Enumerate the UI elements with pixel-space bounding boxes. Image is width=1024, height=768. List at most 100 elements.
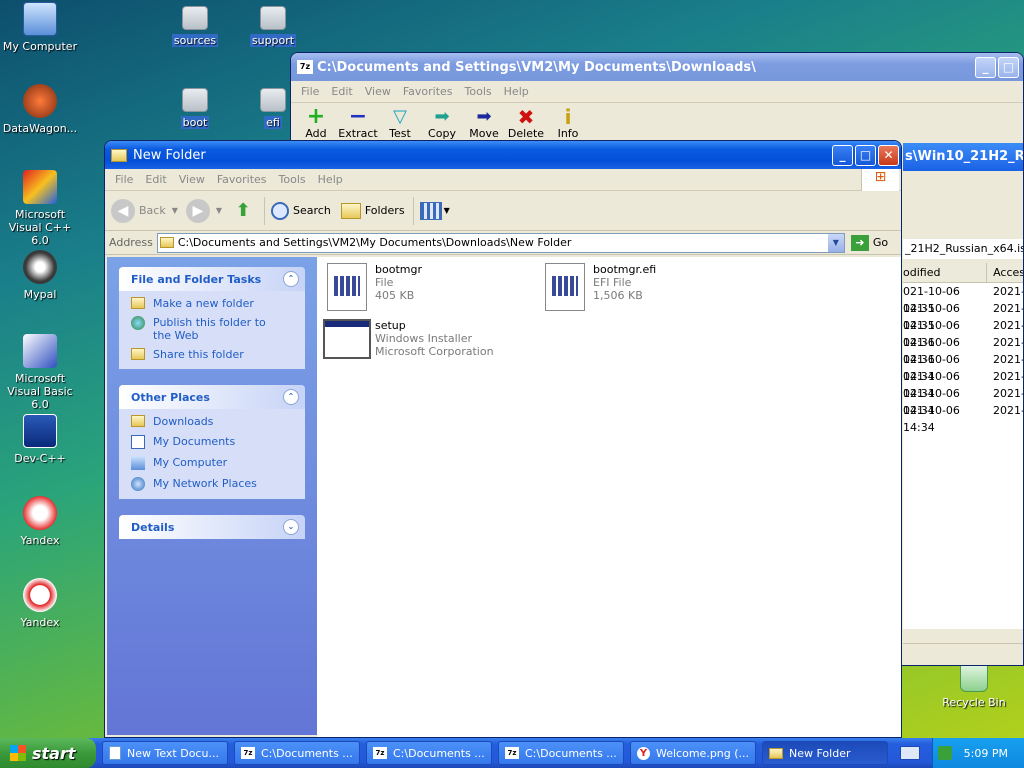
column-modified[interactable]: odified [903, 263, 988, 282]
address-folder-icon [159, 237, 174, 248]
folders-icon [340, 202, 361, 219]
seven-zip-menubar: File Edit View Favorites Tools Help [291, 81, 1023, 103]
place-downloads[interactable]: Downloads [131, 415, 295, 428]
address-field[interactable]: C:\Documents and Settings\VM2\My Documen… [156, 232, 845, 253]
seven-zip-path-field[interactable]: _21H2_Russian_x64.iso\ [903, 239, 1023, 259]
windows-flag-icon [10, 745, 26, 761]
file-item-bootmgr[interactable]: bootmgr File 405 KB [327, 263, 422, 311]
menu-favorites[interactable]: Favorites [397, 85, 459, 98]
expand-chevron-icon[interactable]: ⌄ [283, 519, 299, 535]
menu-favorites[interactable]: Favorites [211, 173, 273, 186]
minimize-button[interactable]: _ [832, 144, 853, 166]
menu-file[interactable]: File [295, 85, 325, 98]
search-button[interactable]: Search [271, 201, 331, 220]
desktop-icon-yandex-2[interactable]: Yandex [0, 578, 80, 629]
menu-file[interactable]: File [109, 173, 139, 186]
forward-button[interactable]: ▶ ▼ [185, 198, 222, 223]
menu-view[interactable]: View [173, 173, 211, 186]
archive-row[interactable]: 021-10-06 14:35 2021- [903, 300, 1023, 332]
task-publish-web[interactable]: Publish this folder to the Web [131, 316, 295, 342]
task-make-folder[interactable]: Make a new folder [131, 297, 295, 310]
desktop-icon-visual-cpp[interactable]: Microsoft Visual C++ 6.0 [0, 170, 80, 247]
archive-row[interactable]: 021-10-06 14:34 2021- [903, 385, 1023, 417]
archive-row[interactable]: 021-10-06 14:36 2021- [903, 317, 1023, 349]
panel-header[interactable]: File and Folder Tasks ⌃ [119, 267, 305, 291]
desktop-icon-dev-cpp[interactable]: Dev-C++ [0, 414, 80, 465]
minimize-button[interactable]: _ [975, 56, 996, 78]
archive-row[interactable]: 021-10-06 14:34 2021- [903, 368, 1023, 400]
start-button[interactable]: start [0, 738, 96, 768]
desktop-icon-label: Dev-C++ [14, 452, 66, 465]
address-dropdown-button[interactable]: ▼ [827, 233, 844, 252]
desktop-icon-label: Microsoft Visual Basic 6.0 [7, 372, 73, 411]
maximize-button[interactable]: □ [998, 56, 1019, 78]
go-button[interactable]: ➜ Go [850, 234, 888, 251]
menu-view[interactable]: View [359, 85, 397, 98]
archive-row[interactable]: 021-10-06 14:34 2021- [903, 351, 1023, 383]
maximize-button[interactable]: □ [855, 144, 876, 166]
menu-edit[interactable]: Edit [325, 85, 358, 98]
desktop-folder-support[interactable]: support [233, 6, 313, 47]
collapse-chevron-icon[interactable]: ⌃ [283, 271, 299, 287]
task-share-folder[interactable]: Share this folder [131, 348, 295, 361]
desktop-icon-yandex-1[interactable]: Yandex [0, 496, 80, 547]
keyboard-layout-icon[interactable] [900, 746, 920, 760]
recycle-bin-icon [960, 662, 988, 692]
collapse-chevron-icon[interactable]: ⌃ [283, 389, 299, 405]
file-item-bootmgr-efi[interactable]: bootmgr.efi EFI File 1,506 KB [545, 263, 656, 311]
documents-icon [131, 435, 145, 449]
menu-help[interactable]: Help [312, 173, 349, 186]
details-panel[interactable]: Details ⌄ [119, 515, 305, 539]
up-button[interactable]: ⬆ [230, 198, 256, 224]
task-label: C:\Documents ... [525, 746, 617, 760]
file-type: File [375, 276, 394, 289]
menu-tools[interactable]: Tools [273, 173, 312, 186]
explorer-titlebar[interactable]: New Folder _ □ ✕ [105, 141, 901, 169]
archive-row[interactable]: 021-10-06 14:34 2021- [903, 402, 1023, 434]
desktop-icon-label: Yandex [20, 616, 60, 629]
datawagon-icon [23, 84, 57, 118]
forward-dropdown-icon[interactable]: ▼ [216, 206, 222, 215]
menu-help[interactable]: Help [498, 85, 535, 98]
task-button-7zip-2[interactable]: 7z C:\Documents ... [366, 741, 492, 765]
menu-edit[interactable]: Edit [139, 173, 172, 186]
clock[interactable]: 5:09 PM [964, 747, 1008, 760]
task-button-7zip-3[interactable]: 7z C:\Documents ... [498, 741, 624, 765]
desktop-icon-recycle-bin[interactable]: Recycle Bin [934, 662, 1014, 709]
network-tray-icon[interactable] [937, 746, 952, 760]
desktop-icon-datawagon[interactable]: DataWagon... [0, 84, 80, 135]
seven-zip-icon: 7z [505, 747, 519, 759]
mypal-icon [23, 250, 57, 284]
explorer-window[interactable]: New Folder _ □ ✕ File Edit View Favorite… [104, 140, 902, 738]
desktop-folder-boot[interactable]: boot [155, 88, 235, 129]
folders-button[interactable]: Folders [340, 202, 405, 219]
desktop-icon-my-computer[interactable]: My Computer [0, 2, 80, 53]
back-button[interactable]: ◀ Back ▼ [111, 198, 178, 223]
task-button-new-folder[interactable]: New Folder [762, 741, 888, 765]
desktop-icon-visual-basic[interactable]: Microsoft Visual Basic 6.0 [0, 334, 80, 411]
info-label: Info [557, 127, 579, 140]
seven-zip-titlebar[interactable]: 7z C:\Documents and Settings\VM2\My Docu… [291, 53, 1023, 81]
seven-zip-statusbar [903, 643, 1023, 665]
column-accessed[interactable]: Acces [987, 263, 1023, 282]
archive-row[interactable]: 021-10-06 14:36 2021- [903, 334, 1023, 366]
close-button[interactable]: ✕ [878, 144, 899, 166]
archive-row[interactable]: 021-10-06 14:35 2021- [903, 283, 1023, 315]
task-button-7zip-1[interactable]: 7z C:\Documents ... [234, 741, 360, 765]
place-my-documents[interactable]: My Documents [131, 435, 295, 449]
place-network[interactable]: My Network Places [131, 477, 295, 491]
task-button-new-text-doc[interactable]: New Text Docu... [102, 741, 228, 765]
task-button-welcome-png[interactable]: Y Welcome.png (... [630, 741, 756, 765]
new-folder-icon [131, 297, 145, 309]
place-my-computer[interactable]: My Computer [131, 456, 295, 470]
forward-arrow-icon: ▶ [185, 198, 210, 223]
views-button[interactable]: ▼ [419, 201, 450, 220]
row-modified: 021-10-06 14:34 [903, 370, 960, 400]
panel-header[interactable]: Other Places ⌃ [119, 385, 305, 409]
back-dropdown-icon[interactable]: ▼ [172, 206, 178, 215]
desktop-icon-mypal[interactable]: Mypal [0, 250, 80, 301]
desktop-folder-sources[interactable]: sources [155, 6, 235, 47]
menu-tools[interactable]: Tools [459, 85, 498, 98]
file-item-setup[interactable]: setup Windows Installer Microsoft Corpor… [323, 319, 494, 359]
plus-icon: + [306, 104, 326, 129]
